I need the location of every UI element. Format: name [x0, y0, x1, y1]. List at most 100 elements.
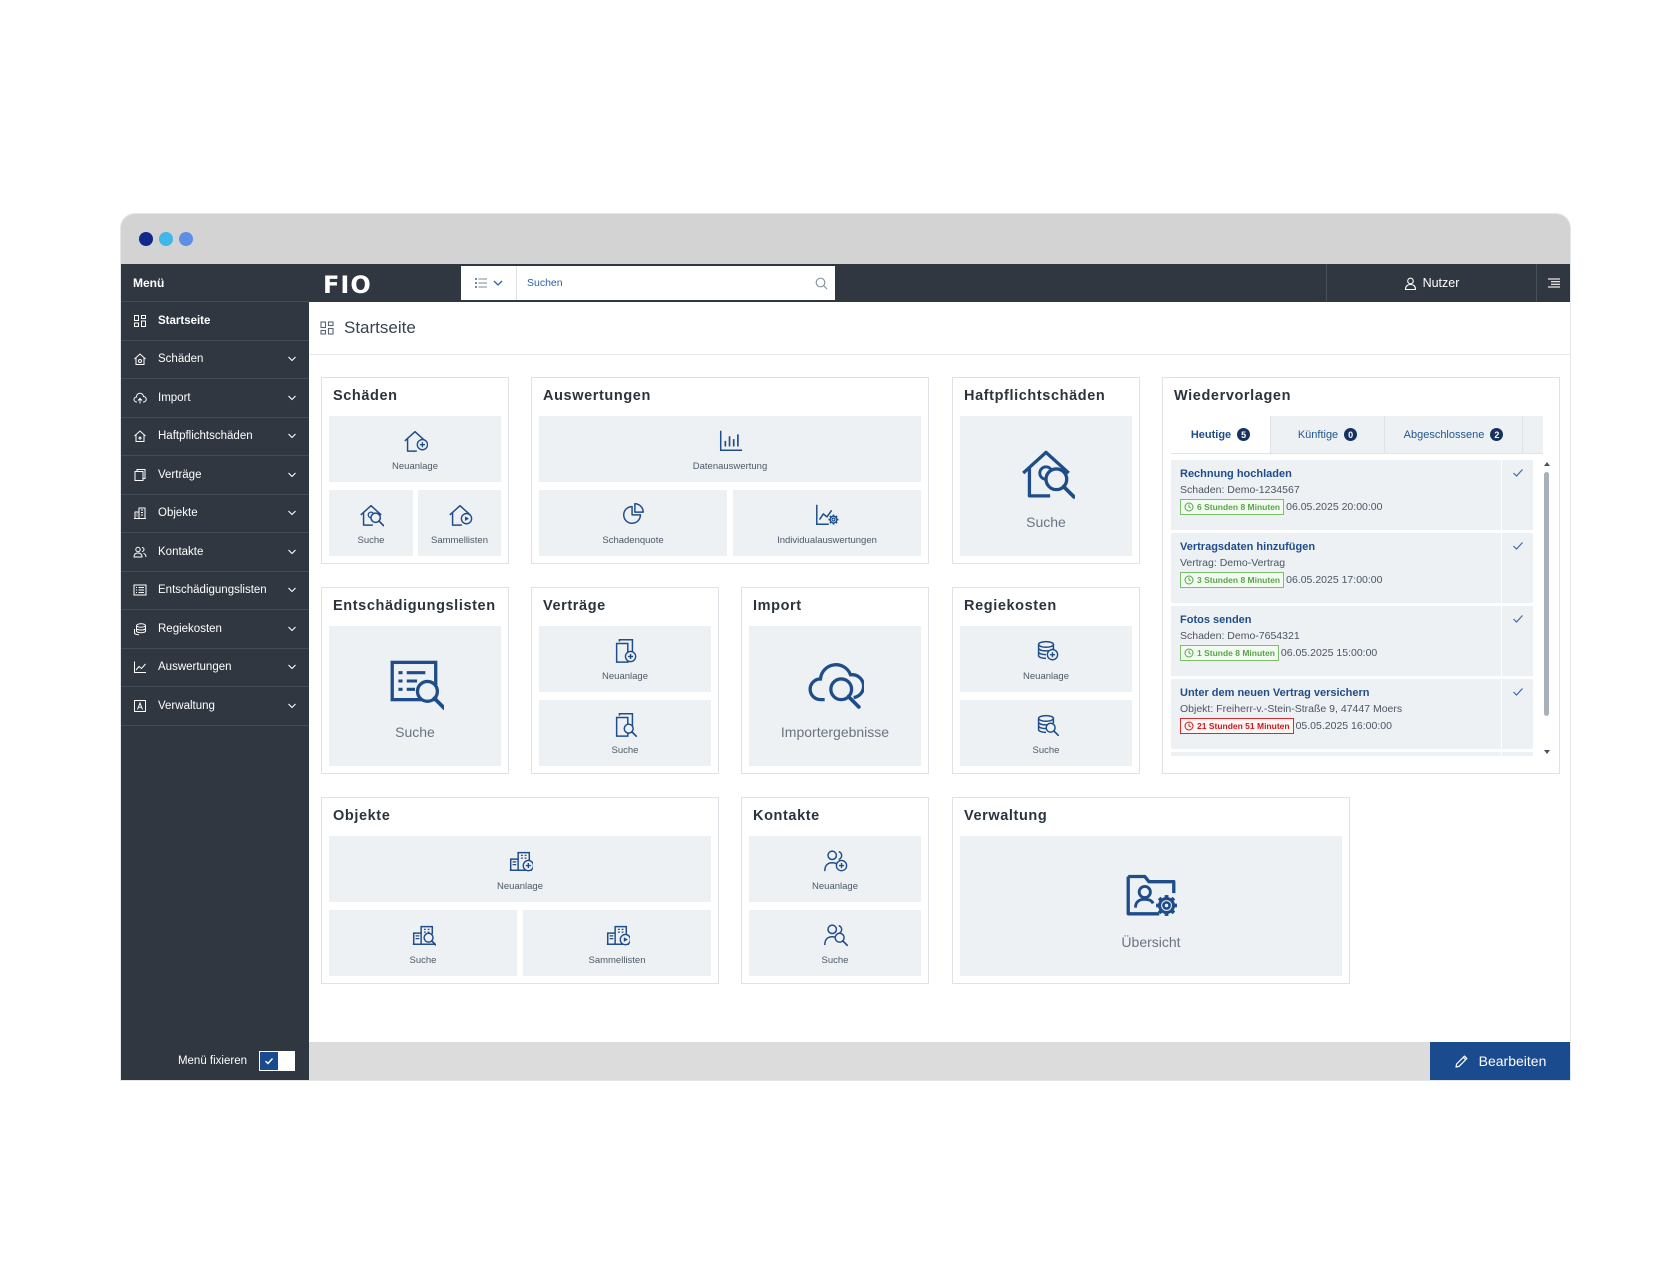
- sidebar-item[interactable]: Auswertungen: [121, 649, 309, 687]
- sidebar-item[interactable]: Haftpflichtschäden: [121, 418, 309, 456]
- tile-label: Übersicht: [1121, 934, 1181, 950]
- tile-label: Datenauswertung: [692, 460, 768, 472]
- app-window: Menü Startseite Schäden Import Haftpflichts…: [121, 214, 1570, 1080]
- time-remaining-label: 3 Stunden 8 Minuten: [1197, 575, 1281, 585]
- complete-check-button[interactable]: [1501, 679, 1533, 749]
- followup-title[interactable]: Vertragsdaten hinzufügen: [1180, 541, 1533, 553]
- users-search-icon: [822, 921, 848, 947]
- tab-kuenftige[interactable]: Künftige 0: [1271, 416, 1385, 453]
- card-haftpflicht: Haftpflichtschäden Suche: [952, 377, 1140, 564]
- chevron-down-icon[interactable]: [287, 547, 297, 557]
- tile-label: Suche: [1026, 514, 1066, 530]
- menu-pin-toggle[interactable]: [259, 1051, 295, 1071]
- card-title: Kontakte: [753, 808, 820, 824]
- sidebar-item[interactable]: Kontakte: [121, 533, 309, 572]
- chevron-down-icon: [493, 280, 502, 286]
- chevron-down-icon[interactable]: [287, 354, 297, 364]
- tile-vertraege-suche[interactable]: Suche: [539, 700, 711, 766]
- chevron-down-icon[interactable]: [287, 431, 297, 441]
- check-icon: [1512, 615, 1523, 623]
- sidebar-item[interactable]: Regiekosten: [121, 610, 309, 649]
- tile-regiekosten-suche[interactable]: Suche: [960, 700, 1132, 766]
- sidebar-item-label: Schäden: [158, 353, 204, 366]
- search-scope-dropdown[interactable]: [461, 266, 517, 300]
- complete-check-button[interactable]: [1501, 752, 1533, 756]
- chevron-down-icon[interactable]: [287, 393, 297, 403]
- complete-check-button[interactable]: [1501, 533, 1533, 603]
- user-menu[interactable]: Nutzer: [1326, 264, 1536, 302]
- tile-objekte-suche[interactable]: Suche: [329, 910, 517, 976]
- app-logo[interactable]: FIO: [323, 271, 372, 299]
- scrollbar-thumb[interactable]: [1544, 472, 1549, 716]
- card-title: Schäden: [333, 388, 398, 404]
- chart-line-icon: [133, 660, 147, 674]
- sidebar-item-label: Regiekosten: [158, 622, 222, 635]
- tile-verwaltung-uebersicht[interactable]: Übersicht: [960, 836, 1342, 976]
- followup-title[interactable]: Fotos senden: [1180, 614, 1533, 626]
- sidebar-item[interactable]: Schäden: [121, 341, 309, 379]
- tile-vertraege-neuanlage[interactable]: Neuanlage: [539, 626, 711, 692]
- followup-title[interactable]: Unter dem neuen Vertrag versichern: [1180, 687, 1533, 699]
- sidebar-item[interactable]: Verträge: [121, 456, 309, 495]
- chevron-down-icon[interactable]: [287, 470, 297, 480]
- topbar: FIO Nutzer: [309, 264, 1570, 302]
- followup-item[interactable]: Vertragsdaten hinzufügen Vertrag: Demo-Ve…: [1171, 533, 1533, 603]
- search-input[interactable]: [517, 277, 807, 289]
- chevron-down-icon[interactable]: [287, 662, 297, 672]
- followup-subject: Schaden: Demo-7654321: [1180, 630, 1300, 642]
- tile-schadenquote[interactable]: Schadenquote: [539, 490, 727, 556]
- sidebar-item[interactable]: Entschädigungslisten: [121, 572, 309, 610]
- sidebar-item[interactable]: Objekte: [121, 495, 309, 533]
- card-title: Objekte: [333, 808, 391, 824]
- tile-individualauswertungen[interactable]: Individualauswertungen: [733, 490, 921, 556]
- tile-importergebnisse[interactable]: Importergebnisse: [749, 626, 921, 766]
- followup-item[interactable]: Daten aktualisieren: [1171, 752, 1533, 756]
- user-icon: [1404, 277, 1416, 290]
- followup-item[interactable]: Rechnung hochladen Schaden: Demo-1234567 6…: [1171, 460, 1533, 530]
- tile-kontakte-neuanlage[interactable]: Neuanlage: [749, 836, 921, 902]
- sidebar-item[interactable]: Startseite: [121, 302, 309, 341]
- followup-date: 06.05.2025 15:00:00: [1280, 647, 1378, 659]
- complete-check-button[interactable]: [1501, 606, 1533, 676]
- users-icon: [133, 545, 147, 559]
- tile-objekte-neuanlage[interactable]: Neuanlage: [329, 836, 711, 902]
- building-add-icon: [507, 847, 533, 873]
- tab-heutige[interactable]: Heutige 5: [1171, 416, 1271, 453]
- chevron-down-icon[interactable]: [287, 701, 297, 711]
- window-dot-minimize[interactable]: [159, 232, 173, 246]
- search-icon[interactable]: [807, 277, 835, 290]
- hamburger-menu-icon[interactable]: [1536, 264, 1570, 302]
- tile-regiekosten-neuanlage[interactable]: Neuanlage: [960, 626, 1132, 692]
- tile-entschaedigung-suche[interactable]: Suche: [329, 626, 501, 766]
- chevron-down-icon[interactable]: [287, 508, 297, 518]
- window-dot-close[interactable]: [139, 232, 153, 246]
- complete-check-button[interactable]: [1501, 460, 1533, 530]
- tile-objekte-sammellisten[interactable]: Sammellisten: [523, 910, 711, 976]
- time-remaining-badge: 3 Stunden 8 Minuten: [1180, 572, 1285, 588]
- edit-button[interactable]: Bearbeiten: [1430, 1042, 1570, 1080]
- pie-chart-icon: [620, 501, 646, 527]
- card-import: Import Importergebnisse: [741, 587, 929, 774]
- sidebar-item-label: Objekte: [158, 507, 198, 520]
- clock-icon: [1184, 721, 1194, 731]
- tile-schaeden-sammellisten[interactable]: Sammellisten: [418, 490, 501, 556]
- sidebar-item[interactable]: Import: [121, 379, 309, 418]
- chart-settings-icon: [814, 501, 840, 527]
- tile-haftpflicht-suche[interactable]: Suche: [960, 416, 1132, 556]
- scrollbar[interactable]: [1541, 460, 1553, 756]
- wiedervorlagen-tabs: Heutige 5 Künftige 0 Abgeschlossene 2: [1171, 416, 1543, 454]
- followup-item[interactable]: Unter dem neuen Vertrag versichern Objekt…: [1171, 679, 1533, 749]
- window-dot-maximize[interactable]: [179, 232, 193, 246]
- tab-abgeschlossene[interactable]: Abgeschlossene 2: [1385, 416, 1523, 453]
- followup-title[interactable]: Rechnung hochladen: [1180, 468, 1533, 480]
- chevron-down-icon[interactable]: [287, 585, 297, 595]
- chevron-down-icon[interactable]: [287, 624, 297, 634]
- sidebar-item[interactable]: Verwaltung: [121, 687, 309, 726]
- tile-kontakte-suche[interactable]: Suche: [749, 910, 921, 976]
- tile-schaeden-neuanlage[interactable]: Neuanlage: [329, 416, 501, 482]
- sidebar-item-label: Import: [158, 391, 191, 404]
- followup-item[interactable]: Fotos senden Schaden: Demo-7654321 1 Stund…: [1171, 606, 1533, 676]
- tile-schaeden-suche[interactable]: Suche: [329, 490, 413, 556]
- tile-datenauswertung[interactable]: Datenauswertung: [539, 416, 921, 482]
- tile-label: Importergebnisse: [780, 724, 890, 740]
